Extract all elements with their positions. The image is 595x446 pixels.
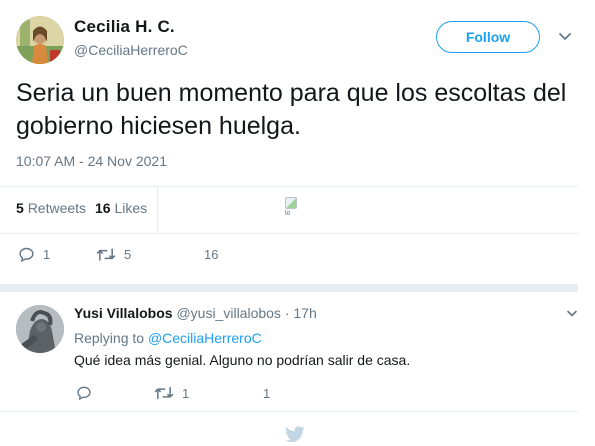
- section-separator: [0, 284, 578, 292]
- reply-icon: [19, 247, 34, 263]
- retweets-stat[interactable]: 5 Retweets: [16, 200, 86, 216]
- replying-to: Replying to @CeciliaHerreroC: [74, 330, 262, 346]
- likes-count: 16: [95, 200, 111, 216]
- retweet-icon: [96, 248, 116, 261]
- author-avatar[interactable]: [16, 16, 64, 64]
- broken-image-alt: lo: [285, 210, 291, 217]
- reply-retweet-action[interactable]: 1: [154, 385, 189, 401]
- retweet-icon: [154, 386, 174, 400]
- like-icon: [176, 246, 196, 263]
- liker-avatar-image[interactable]: lo: [285, 197, 305, 219]
- replying-prefix: Replying to: [74, 330, 145, 346]
- reply-author-name[interactable]: Yusi Villalobos: [74, 305, 173, 321]
- divider: [0, 233, 578, 234]
- like-count: 16: [204, 247, 219, 262]
- reply-author-avatar[interactable]: [16, 305, 64, 353]
- replying-to-link[interactable]: @CeciliaHerreroC: [148, 330, 262, 346]
- likes-stat[interactable]: 16 Likes: [95, 200, 147, 216]
- reply-retweet-count: 1: [182, 385, 190, 401]
- tweet-text: Seria un buen momento para que los escol…: [16, 79, 567, 140]
- reply-icon: [77, 386, 91, 401]
- reply-author-line: Yusi Villalobos @yusi_villalobos · 17h: [74, 305, 317, 321]
- retweet-count: 5: [124, 247, 132, 262]
- chevron-down-icon[interactable]: [558, 31, 572, 43]
- retweets-count: 5: [16, 200, 24, 216]
- stats-divider: [157, 186, 158, 233]
- reply-action[interactable]: 1: [18, 246, 50, 263]
- like-action[interactable]: 16: [176, 246, 218, 263]
- chevron-down-icon[interactable]: [566, 309, 578, 319]
- reply-author-handle[interactable]: @yusi_villalobos: [176, 305, 280, 321]
- divider: [0, 411, 578, 412]
- likes-label: Likes: [114, 200, 148, 216]
- reply-text: Qué idea más genial. Alguno no podrían s…: [74, 352, 411, 368]
- reply-count: 1: [43, 247, 51, 262]
- like-icon: [235, 385, 255, 401]
- tweet-timestamp[interactable]: 10:07 AM - 24 Nov 2021: [16, 153, 167, 169]
- reply-reply-action[interactable]: [76, 385, 100, 401]
- author-name[interactable]: Cecilia H. C.: [74, 17, 175, 37]
- divider: [0, 186, 578, 187]
- reply-time[interactable]: 17h: [293, 305, 316, 321]
- retweets-label: Retweets: [27, 200, 87, 216]
- author-handle[interactable]: @CeciliaHerreroC: [74, 42, 188, 58]
- retweet-action[interactable]: 5: [96, 246, 131, 263]
- twitter-bird-icon: [285, 426, 305, 443]
- follow-button[interactable]: Follow: [436, 21, 540, 53]
- reply-like-count: 1: [263, 385, 271, 401]
- reply-like-action[interactable]: 1: [235, 385, 270, 401]
- separator-dot: ·: [284, 305, 290, 321]
